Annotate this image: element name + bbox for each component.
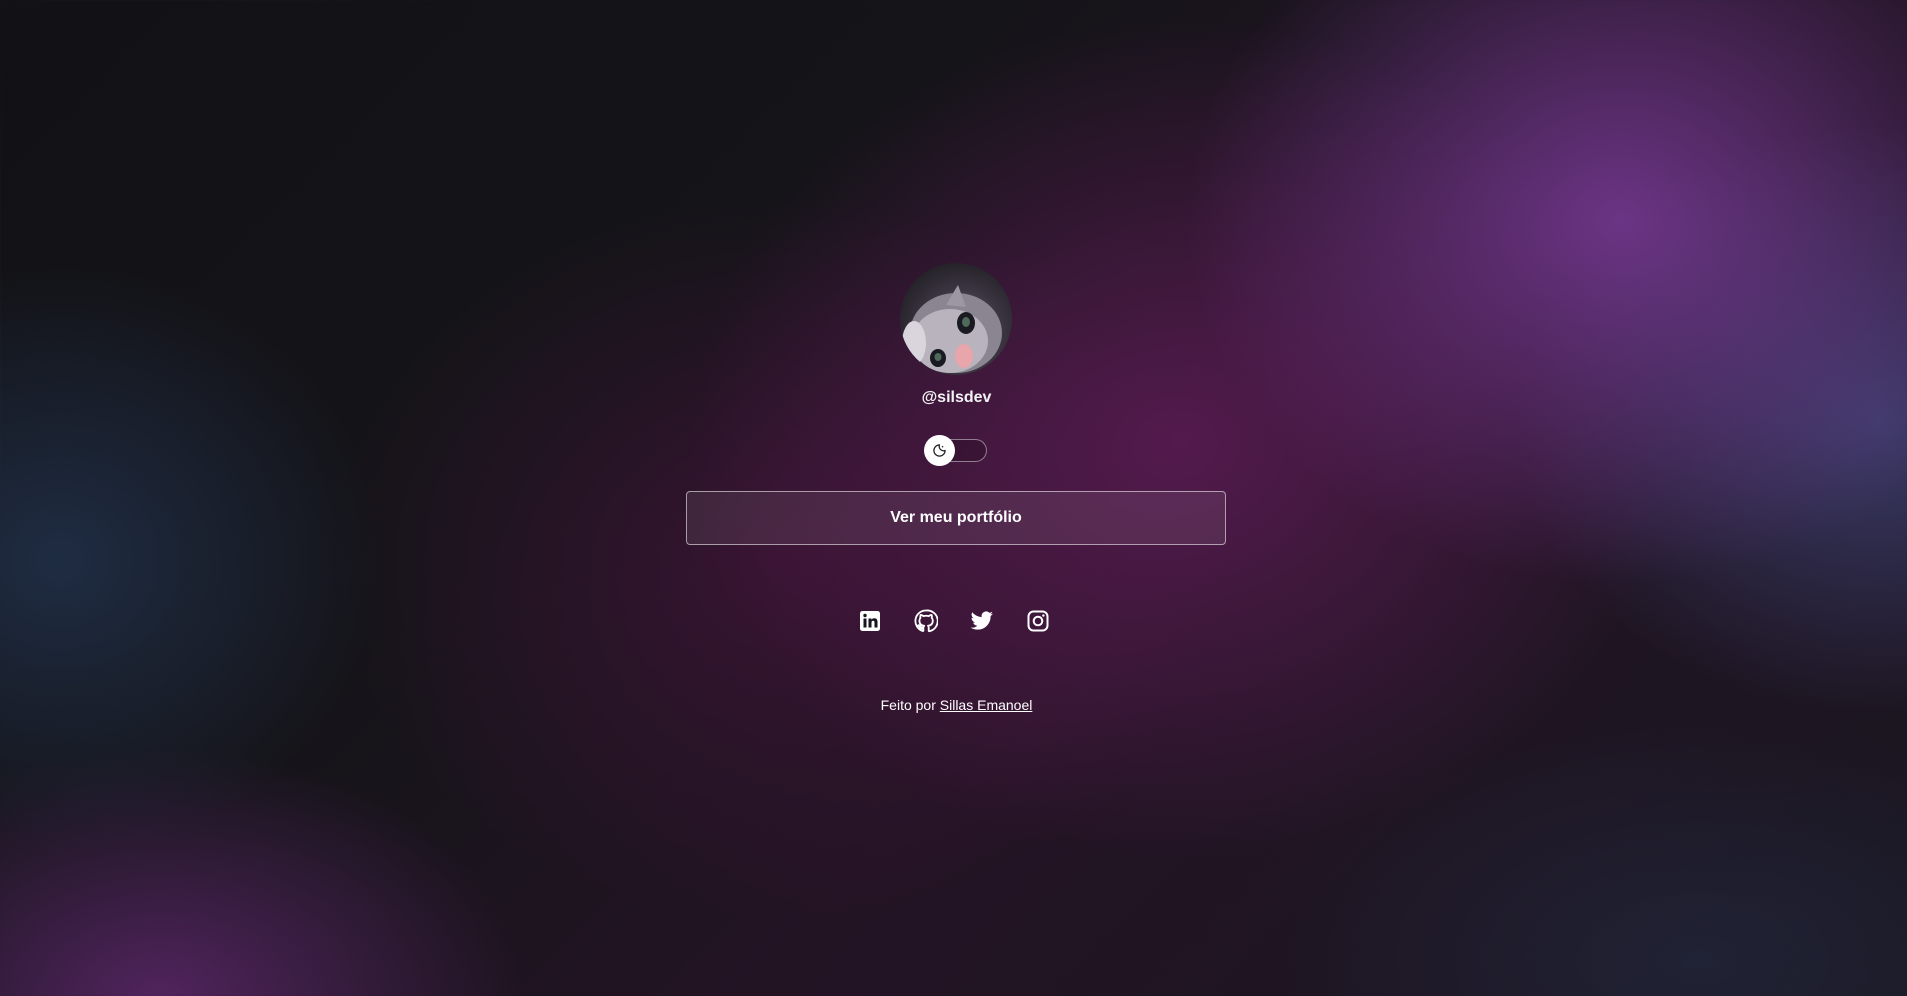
- portfolio-button[interactable]: Ver meu portfólio: [686, 491, 1226, 545]
- username: @silsdev: [921, 389, 992, 406]
- footer-prefix: Feito por: [880, 697, 936, 713]
- theme-toggle[interactable]: [924, 435, 987, 466]
- instagram-icon: [1027, 610, 1049, 632]
- instagram-link[interactable]: [1026, 609, 1050, 633]
- linkedin-icon: [860, 611, 880, 631]
- social-links: [858, 609, 1054, 633]
- footer: Feito por Sillas Emanoel: [0, 697, 1907, 713]
- avatar-cat-image: [902, 285, 1002, 373]
- toggle-knob[interactable]: [924, 435, 955, 466]
- moon-icon: [933, 444, 946, 457]
- github-link[interactable]: [914, 609, 938, 633]
- twitter-link[interactable]: [970, 609, 994, 633]
- twitter-icon: [970, 611, 993, 630]
- github-icon: [914, 609, 938, 633]
- linkedin-link[interactable]: [858, 609, 882, 633]
- profile-card: @silsdev Ver meu portfólio Feito por Sil…: [0, 0, 1907, 996]
- avatar: [900, 263, 1012, 375]
- author-link[interactable]: Sillas Emanoel: [940, 697, 1033, 713]
